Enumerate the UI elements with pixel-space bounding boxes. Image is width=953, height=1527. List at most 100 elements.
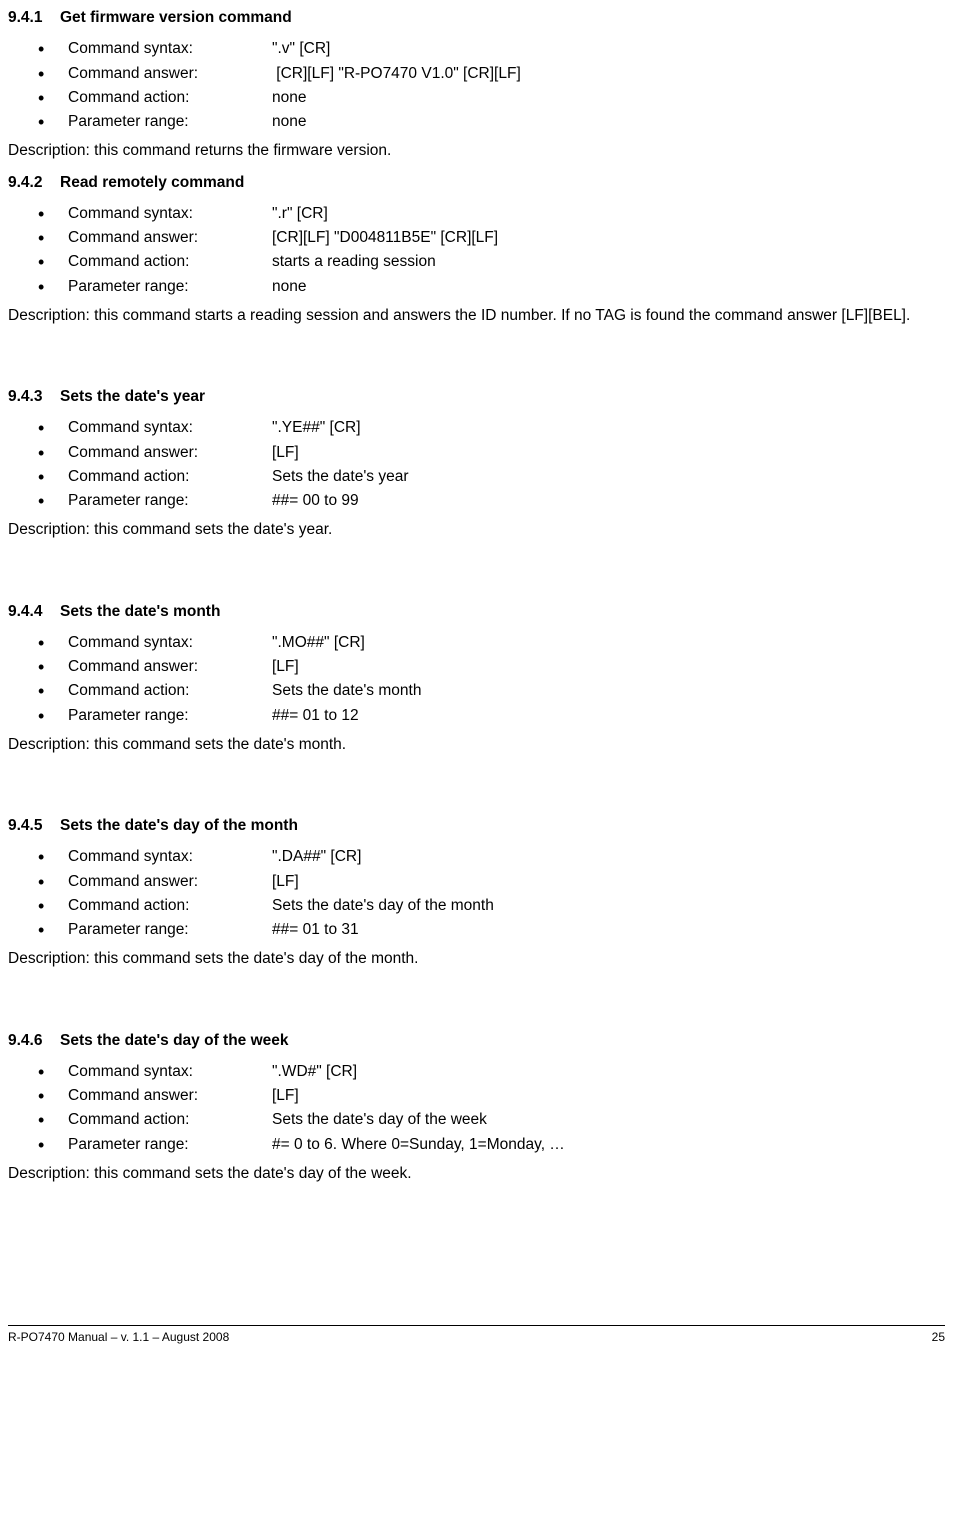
section-title: Sets the date's day of the week [60,1032,289,1049]
section-number: 9.4.4 [8,600,60,623]
command-list: Command syntax:".DA##" [CR]Command answe… [8,845,945,941]
item-label: Command action: [68,250,272,273]
list-item: Command answer:[LF] [8,441,945,464]
list-item: Command action:starts a reading session [8,250,945,273]
command-list: Command syntax:".r" [CR]Command answer:[… [8,202,945,298]
section-number: 9.4.3 [8,385,60,408]
page-footer: R-PO7470 Manual – v. 1.1 – August 2008 2… [8,1325,945,1346]
list-item: Command action:Sets the date's day of th… [8,1108,945,1131]
item-label: Parameter range: [68,1133,272,1156]
item-value: ##= 01 to 31 [272,921,359,938]
section-title: Get firmware version command [60,9,292,26]
list-item: Parameter range:##= 00 to 99 [8,489,945,512]
item-label: Parameter range: [68,275,272,298]
item-label: Command answer: [68,870,272,893]
command-list: Command syntax:".v" [CR] Command answer: … [8,37,945,133]
item-value: Sets the date's month [272,682,421,699]
section-heading: 9.4.4Sets the date's month [8,600,945,623]
item-label: Command action: [68,679,272,702]
list-item: Command answer: [CR][LF] "R-PO7470 V1.0"… [8,62,945,85]
item-value: [LF] [272,658,299,675]
item-label: Command action: [68,1108,272,1131]
section-description: Description: this command starts a readi… [8,304,945,327]
footer-left: R-PO7470 Manual – v. 1.1 – August 2008 [8,1328,229,1346]
section-description: Description: this command sets the date'… [8,733,945,756]
section-title: Sets the date's day of the month [60,817,298,834]
list-item: Parameter range:#= 0 to 6. Where 0=Sunda… [8,1133,945,1156]
document-body: 9.4.1Get firmware version command Command… [8,6,945,1185]
item-value: ".r" [CR] [272,205,328,222]
section-number: 9.4.1 [8,6,60,29]
section-heading: 9.4.5Sets the date's day of the month [8,814,945,837]
section-heading: 9.4.6Sets the date's day of the week [8,1029,945,1052]
list-item: Parameter range:none [8,110,945,133]
section-number: 9.4.6 [8,1029,60,1052]
spacer [8,550,945,568]
section-description: Description: this command returns the fi… [8,139,945,162]
item-label: Command syntax: [68,845,272,868]
item-value: none [272,278,306,295]
command-list: Command syntax:".WD#" [CR]Command answer… [8,1060,945,1156]
item-label: Command answer: [68,1084,272,1107]
section-heading: 9.4.2Read remotely command [8,171,945,194]
item-label: Parameter range: [68,918,272,941]
item-label: Command action: [68,465,272,488]
item-value: [CR][LF] "R-PO7470 V1.0" [CR][LF] [272,65,521,82]
list-item: Command answer:[LF] [8,1084,945,1107]
item-label: Command answer: [68,62,272,85]
list-item: Command syntax:".YE##" [CR] [8,416,945,439]
list-item: Command syntax:".r" [CR] [8,202,945,225]
item-value: ".YE##" [CR] [272,419,361,436]
item-label: Command answer: [68,441,272,464]
item-value: Sets the date's day of the month [272,897,494,914]
list-item: Command action:Sets the date's year [8,465,945,488]
item-value: [CR][LF] "D004811B5E" [CR][LF] [272,229,498,246]
list-item: Command answer:[LF] [8,655,945,678]
section-heading: 9.4.1Get firmware version command [8,6,945,29]
command-list: Command syntax:".MO##" [CR]Command answe… [8,631,945,727]
item-value: Sets the date's day of the week [272,1111,487,1128]
item-value: ".WD#" [CR] [272,1063,357,1080]
item-value: [LF] [272,1087,299,1104]
list-item: Command syntax:".DA##" [CR] [8,845,945,868]
list-item: Command action:Sets the date's day of th… [8,894,945,917]
section-title: Sets the date's month [60,603,220,620]
item-label: Command syntax: [68,631,272,654]
item-label: Command syntax: [68,1060,272,1083]
list-item: Parameter range:##= 01 to 12 [8,704,945,727]
item-label: Parameter range: [68,110,272,133]
item-label: Command syntax: [68,202,272,225]
item-label: Command syntax: [68,37,272,60]
spacer [8,764,945,782]
item-value: ".v" [CR] [272,40,330,57]
section-description: Description: this command sets the date'… [8,518,945,541]
section-heading: 9.4.3Sets the date's year [8,385,945,408]
item-value: Sets the date's year [272,468,409,485]
section-title: Sets the date's year [60,388,205,405]
section-description: Description: this command sets the date'… [8,1162,945,1185]
section-title: Read remotely command [60,174,244,191]
list-item: Parameter range:##= 01 to 31 [8,918,945,941]
item-value: none [272,113,306,130]
item-value: ##= 01 to 12 [272,707,359,724]
item-value: none [272,89,306,106]
item-label: Command syntax: [68,416,272,439]
item-label: Command answer: [68,655,272,678]
item-value: ##= 00 to 99 [272,492,359,509]
item-value: starts a reading session [272,253,436,270]
list-item: Parameter range:none [8,275,945,298]
footer-page-number: 25 [932,1328,945,1346]
item-label: Parameter range: [68,489,272,512]
item-label: Parameter range: [68,704,272,727]
command-list: Command syntax:".YE##" [CR]Command answe… [8,416,945,512]
list-item: Command action:Sets the date's month [8,679,945,702]
section-number: 9.4.2 [8,171,60,194]
item-value: [LF] [272,444,299,461]
list-item: Command syntax:".WD#" [CR] [8,1060,945,1083]
list-item: Command syntax:".MO##" [CR] [8,631,945,654]
item-value: ".MO##" [CR] [272,634,365,651]
spacer [8,979,945,997]
spacer [8,335,945,353]
item-label: Command action: [68,86,272,109]
item-value: ".DA##" [CR] [272,848,361,865]
